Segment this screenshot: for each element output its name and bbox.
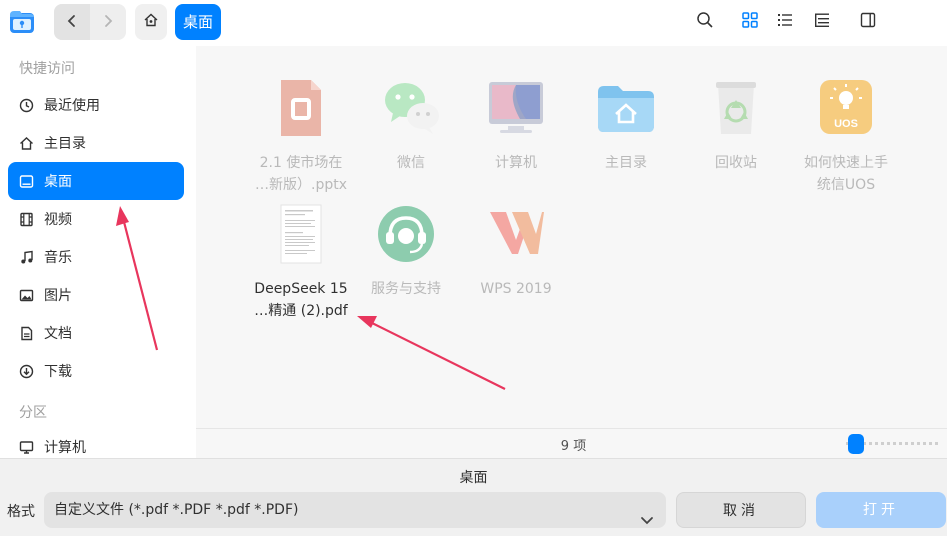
chevron-down-icon — [640, 504, 654, 536]
file-name: DeepSeek 15 …精通 (2).pdf — [254, 281, 348, 319]
sidebar-item-label: 最近使用 — [44, 98, 100, 114]
format-select[interactable]: 自定义文件 (*.pdf *.PDF *.pdf *.PDF) — [44, 492, 666, 528]
sidebar-item-label: 下载 — [44, 364, 72, 380]
document-icon — [18, 325, 34, 341]
file-name: 回收站 — [715, 155, 757, 171]
preview-panel-button[interactable] — [855, 9, 881, 35]
tree-view-icon — [814, 12, 830, 32]
download-icon — [18, 363, 34, 379]
file-item-support[interactable]: 服务与支持 — [351, 204, 461, 300]
sidebar-item-desktop[interactable]: 桌面 — [8, 162, 184, 200]
file-name: 如何快速上手 统信UOS — [804, 155, 888, 193]
current-folder-title: 桌面 — [459, 470, 488, 486]
file-item-wechat[interactable]: 微信 — [356, 78, 466, 174]
sidebar-item-label: 桌面 — [44, 174, 72, 190]
sidebar-item-documents[interactable]: 文档 — [8, 314, 184, 352]
file-manager-app-icon[interactable] — [8, 7, 36, 35]
uos-guide-icon: UOS — [816, 78, 876, 138]
format-select-value: 自定义文件 (*.pdf *.PDF *.pdf *.PDF) — [54, 502, 299, 518]
wps-icon — [486, 204, 546, 264]
file-name: 微信 — [397, 155, 425, 171]
open-button[interactable]: 打开 — [816, 492, 946, 528]
navigation-buttons — [54, 4, 126, 40]
sidebar-item-computer[interactable]: 计算机 — [8, 428, 184, 456]
sidebar-item-downloads[interactable]: 下载 — [8, 352, 184, 390]
home-icon — [143, 12, 159, 32]
tree-view-button[interactable] — [809, 9, 835, 35]
file-name: 服务与支持 — [371, 281, 441, 297]
file-item-uos-guide[interactable]: UOS 如何快速上手 统信UOS — [791, 78, 901, 196]
file-name: 2.1 使市场在 …新版）.pptx — [255, 155, 347, 193]
chevron-right-icon — [102, 13, 114, 32]
item-count: 9 项 — [560, 439, 587, 454]
search-button[interactable] — [692, 9, 718, 35]
file-view: 2.1 使市场在 …新版）.pptx 微信 计算机 主目录 回收站 UOS 如何… — [196, 46, 947, 428]
file-item-deepseek-pdf[interactable]: DeepSeek 15 …精通 (2).pdf — [246, 204, 356, 322]
preview-panel-icon — [860, 12, 876, 32]
quick-access-header: 快捷访问 — [19, 61, 75, 77]
home-folder-icon — [596, 78, 656, 138]
icon-view-icon — [742, 12, 758, 32]
dialog-bottom-bar: 桌面 格式 自定义文件 (*.pdf *.PDF *.pdf *.PDF) 取消… — [0, 458, 947, 536]
partition-header: 分区 — [19, 405, 47, 421]
computer-icon — [18, 439, 34, 455]
sidebar-item-home[interactable]: 主目录 — [8, 124, 184, 162]
status-bar: 9 项 — [196, 428, 947, 458]
file-item-home-folder[interactable]: 主目录 — [571, 78, 681, 174]
file-item-pptx[interactable]: 2.1 使市场在 …新版）.pptx — [246, 78, 356, 196]
file-name: 计算机 — [495, 155, 537, 171]
sidebar-item-pictures[interactable]: 图片 — [8, 276, 184, 314]
sidebar-item-label: 视频 — [44, 212, 72, 228]
sidebar-item-label: 图片 — [44, 288, 72, 304]
breadcrumb-home[interactable] — [135, 4, 167, 40]
icon-view-button[interactable] — [737, 9, 763, 35]
support-headset-icon — [376, 204, 436, 264]
file-item-trash[interactable]: 回收站 — [681, 78, 791, 174]
list-view-button[interactable] — [772, 9, 798, 35]
chevron-left-icon — [66, 13, 78, 32]
file-item-wps[interactable]: WPS 2019 — [461, 204, 571, 300]
home-icon — [18, 135, 34, 151]
sidebar-item-music[interactable]: 音乐 — [8, 238, 184, 276]
back-button[interactable] — [54, 4, 90, 40]
desktop-icon — [18, 173, 34, 189]
file-name: WPS 2019 — [480, 281, 552, 297]
sidebar-item-label: 主目录 — [44, 136, 86, 152]
zoom-slider-handle[interactable] — [848, 434, 864, 454]
forward-button[interactable] — [90, 4, 126, 40]
cancel-button[interactable]: 取消 — [676, 492, 806, 528]
format-label: 格式 — [7, 504, 35, 520]
file-item-computer[interactable]: 计算机 — [461, 78, 571, 174]
sidebar-item-recent[interactable]: 最近使用 — [8, 86, 184, 124]
search-icon — [696, 11, 714, 33]
title-bar: 桌面 — [0, 0, 947, 46]
file-name: 主目录 — [605, 155, 647, 171]
sidebar-item-label: 音乐 — [44, 250, 72, 266]
trash-icon — [706, 78, 766, 138]
computer-icon — [486, 78, 546, 138]
sidebar: 快捷访问 最近使用 主目录 桌面 视频 音乐 图片 文档 下载 分区 计算机 — [0, 46, 196, 456]
svg-text:UOS: UOS — [834, 118, 858, 130]
film-icon — [18, 211, 34, 227]
sidebar-item-label: 计算机 — [44, 440, 86, 456]
picture-icon — [18, 287, 34, 303]
pdf-file-icon — [271, 204, 331, 264]
sidebar-item-videos[interactable]: 视频 — [8, 200, 184, 238]
pptx-file-icon — [271, 78, 331, 138]
clock-icon — [18, 97, 34, 113]
breadcrumb-current[interactable]: 桌面 — [175, 4, 222, 40]
wechat-icon — [381, 78, 441, 138]
music-note-icon — [18, 249, 34, 265]
list-view-icon — [777, 12, 793, 32]
sidebar-item-label: 文档 — [44, 326, 72, 342]
